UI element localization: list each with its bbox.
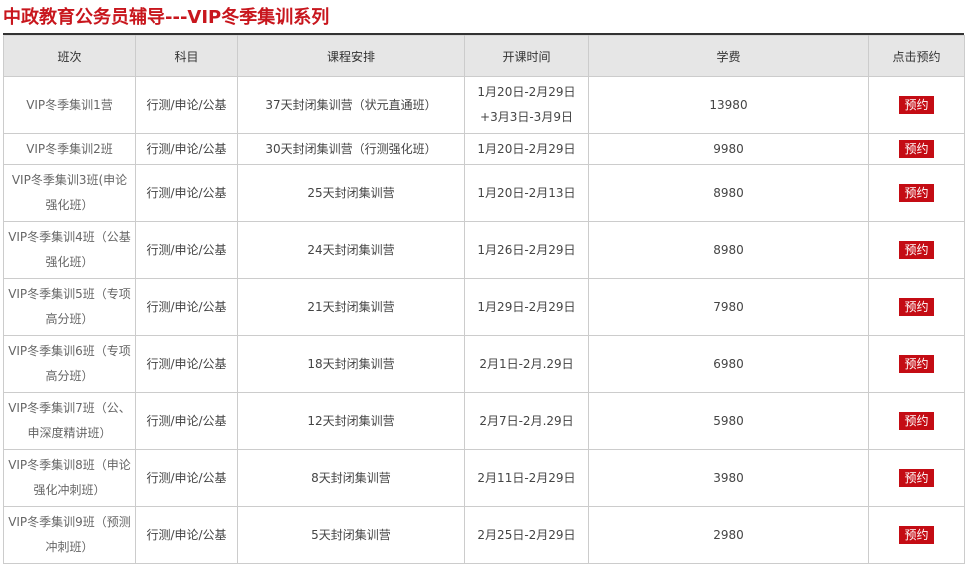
book-button[interactable]: 预约 — [899, 411, 934, 430]
subject-cell: 行测/申论/公基 — [135, 335, 238, 393]
start-time-cell: 2月11日-2月29日 — [464, 449, 589, 507]
class-name-cell: VIP冬季集训9班（预测冲刺班） — [3, 506, 136, 564]
course-schedule-table: 班次 科目 课程安排 开课时间 学费 点击预约 VIP冬季集训1营 行测/申论/… — [3, 35, 965, 564]
arrangement-cell: 8天封闭集训营 — [237, 449, 465, 507]
subject-cell: 行测/申论/公基 — [135, 76, 238, 134]
booking-cell: 预约 — [868, 278, 965, 336]
table-row: VIP冬季集训9班（预测冲刺班） 行测/申论/公基 5天封闭集训营 2月25日-… — [3, 506, 965, 564]
book-button[interactable]: 预约 — [899, 297, 934, 316]
subject-cell: 行测/申论/公基 — [135, 392, 238, 450]
start-time-cell: 1月20日-2月29日+3月3日-3月9日 — [464, 76, 589, 134]
arrangement-cell: 24天封闭集训营 — [237, 221, 465, 279]
booking-cell: 预约 — [868, 76, 965, 134]
book-button[interactable]: 预约 — [899, 468, 934, 487]
booking-cell: 预约 — [868, 506, 965, 564]
table-row: VIP冬季集训4班（公基强化班） 行测/申论/公基 24天封闭集训营 1月26日… — [3, 221, 965, 279]
booking-cell: 预约 — [868, 449, 965, 507]
booking-cell: 预约 — [868, 392, 965, 450]
start-time-cell: 2月7日-2月.29日 — [464, 392, 589, 450]
class-name-cell: VIP冬季集训1营 — [3, 76, 136, 134]
booking-cell: 预约 — [868, 221, 965, 279]
class-name-cell: VIP冬季集训6班（专项高分班） — [3, 335, 136, 393]
booking-cell: 预约 — [868, 335, 965, 393]
class-name-cell: VIP冬季集训5班（专项高分班） — [3, 278, 136, 336]
subject-cell: 行测/申论/公基 — [135, 133, 238, 165]
booking-cell: 预约 — [868, 133, 965, 165]
start-time-cell: 1月20日-2月13日 — [464, 164, 589, 222]
header-arrangement: 课程安排 — [237, 35, 465, 77]
class-name-cell: VIP冬季集训7班（公、申深度精讲班） — [3, 392, 136, 450]
fee-cell: 13980 — [588, 76, 869, 134]
start-time-cell: 1月29日-2月29日 — [464, 278, 589, 336]
header-booking: 点击预约 — [868, 35, 965, 77]
fee-cell: 2980 — [588, 506, 869, 564]
arrangement-cell: 25天封闭集训营 — [237, 164, 465, 222]
book-button[interactable]: 预约 — [899, 95, 934, 114]
arrangement-cell: 5天封闭集训营 — [237, 506, 465, 564]
page-title: 中政教育公务员辅导---VIP冬季集训系列 — [3, 7, 330, 28]
fee-cell: 8980 — [588, 221, 869, 279]
fee-cell: 9980 — [588, 133, 869, 165]
arrangement-cell: 12天封闭集训营 — [237, 392, 465, 450]
header-subject: 科目 — [135, 35, 238, 77]
header-start-time: 开课时间 — [464, 35, 589, 77]
subject-cell: 行测/申论/公基 — [135, 221, 238, 279]
table-row: VIP冬季集训5班（专项高分班） 行测/申论/公基 21天封闭集训营 1月29日… — [3, 278, 965, 336]
class-name-cell: VIP冬季集训8班（申论强化冲刺班） — [3, 449, 136, 507]
subject-cell: 行测/申论/公基 — [135, 278, 238, 336]
class-name-cell: VIP冬季集训3班(申论强化班） — [3, 164, 136, 222]
arrangement-cell: 30天封闭集训营（行测强化班） — [237, 133, 465, 165]
table-row: VIP冬季集训6班（专项高分班） 行测/申论/公基 18天封闭集训营 2月1日-… — [3, 335, 965, 393]
subject-cell: 行测/申论/公基 — [135, 164, 238, 222]
header-class: 班次 — [3, 35, 136, 77]
start-time-cell: 2月25日-2月29日 — [464, 506, 589, 564]
class-name-cell: VIP冬季集训2班 — [3, 133, 136, 165]
fee-cell: 8980 — [588, 164, 869, 222]
book-button[interactable]: 预约 — [899, 240, 934, 259]
arrangement-cell: 18天封闭集训营 — [237, 335, 465, 393]
book-button[interactable]: 预约 — [899, 354, 934, 373]
book-button[interactable]: 预约 — [899, 525, 934, 544]
class-name-cell: VIP冬季集训4班（公基强化班） — [3, 221, 136, 279]
start-time-cell: 2月1日-2月.29日 — [464, 335, 589, 393]
fee-cell: 6980 — [588, 335, 869, 393]
subject-cell: 行测/申论/公基 — [135, 506, 238, 564]
booking-cell: 预约 — [868, 164, 965, 222]
book-button[interactable]: 预约 — [899, 183, 934, 202]
book-button[interactable]: 预约 — [899, 139, 934, 158]
table-row: VIP冬季集训2班 行测/申论/公基 30天封闭集训营（行测强化班） 1月20日… — [3, 133, 965, 165]
start-time-cell: 1月26日-2月29日 — [464, 221, 589, 279]
arrangement-cell: 21天封闭集训营 — [237, 278, 465, 336]
start-time-cell: 1月20日-2月29日 — [464, 133, 589, 165]
subject-cell: 行测/申论/公基 — [135, 449, 238, 507]
header-fee: 学费 — [588, 35, 869, 77]
table-row: VIP冬季集训1营 行测/申论/公基 37天封闭集训营（状元直通班） 1月20日… — [3, 76, 965, 134]
table-row: VIP冬季集训3班(申论强化班） 行测/申论/公基 25天封闭集训营 1月20日… — [3, 164, 965, 222]
fee-cell: 7980 — [588, 278, 869, 336]
table-row: VIP冬季集训8班（申论强化冲刺班） 行测/申论/公基 8天封闭集训营 2月11… — [3, 449, 965, 507]
fee-cell: 3980 — [588, 449, 869, 507]
arrangement-cell: 37天封闭集训营（状元直通班） — [237, 76, 465, 134]
table-header-row: 班次 科目 课程安排 开课时间 学费 点击预约 — [3, 35, 965, 77]
table-row: VIP冬季集训7班（公、申深度精讲班） 行测/申论/公基 12天封闭集训营 2月… — [3, 392, 965, 450]
fee-cell: 5980 — [588, 392, 869, 450]
